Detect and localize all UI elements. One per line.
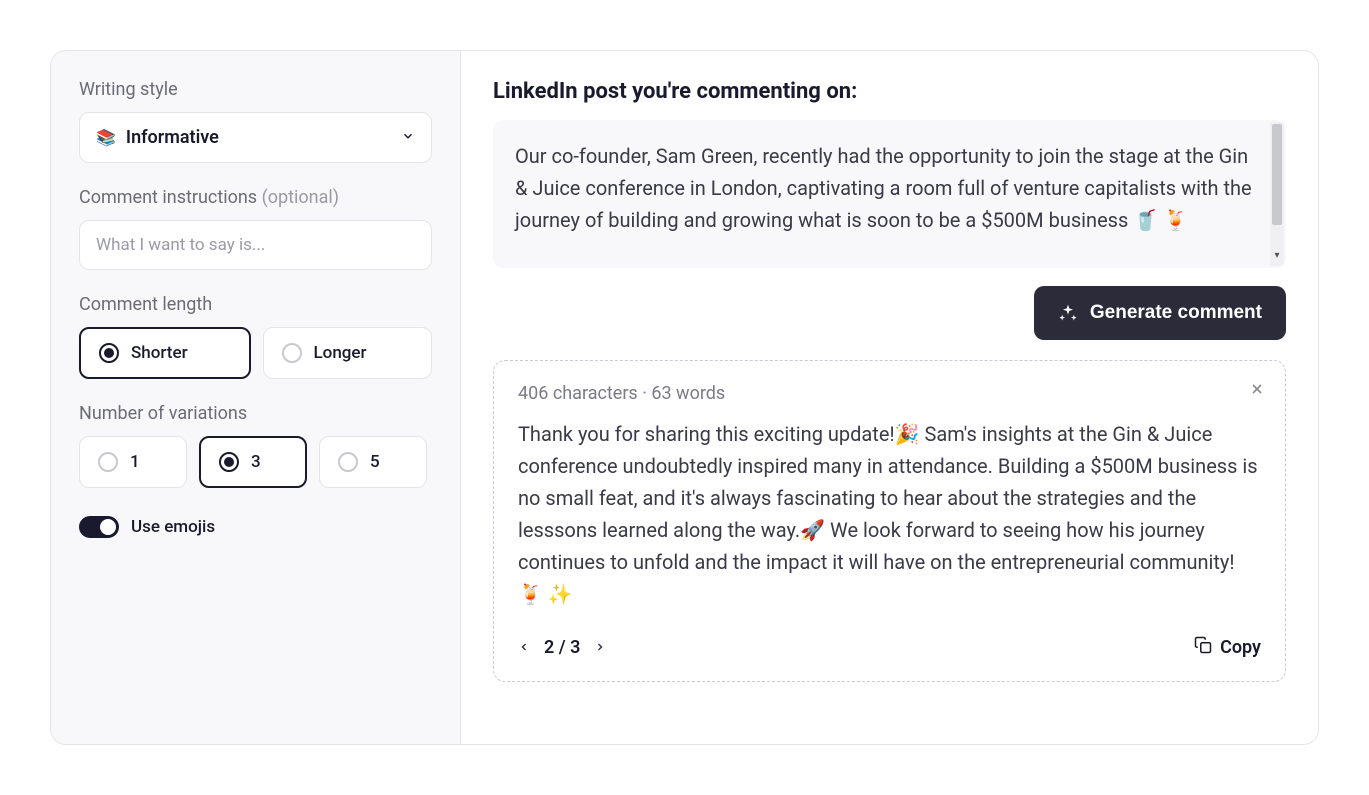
use-emojis-row: Use emojis	[79, 516, 432, 538]
variations-5-option[interactable]: 5	[319, 436, 427, 488]
result-meta: 406 characters · 63 words	[518, 383, 1261, 404]
copy-button[interactable]: Copy	[1194, 636, 1261, 659]
use-emojis-toggle[interactable]	[79, 516, 119, 538]
radio-icon	[99, 343, 119, 363]
post-text: Our co-founder, Sam Green, recently had …	[515, 144, 1252, 232]
generated-comment-card: 406 characters · 63 words Thank you for …	[493, 360, 1286, 682]
result-footer: 2 / 3 Copy	[518, 636, 1261, 659]
writing-style-value: Informative	[126, 127, 219, 148]
option-label: 1	[130, 452, 140, 472]
books-icon: 📚	[96, 128, 116, 147]
radio-icon	[282, 343, 302, 363]
result-pager: 2 / 3	[518, 637, 606, 658]
dropdown-value: 📚 Informative	[96, 127, 219, 148]
pager-position: 2 / 3	[544, 637, 580, 658]
scrollbar-thumb[interactable]	[1272, 124, 1282, 225]
generate-row: Generate comment	[493, 286, 1286, 340]
close-icon[interactable]	[1249, 381, 1265, 402]
option-label: Shorter	[131, 343, 188, 363]
variations-1-option[interactable]: 1	[79, 436, 187, 488]
radio-icon	[219, 452, 239, 472]
option-label: Longer	[314, 343, 367, 363]
sparkle-icon	[1058, 303, 1078, 323]
radio-icon	[338, 452, 358, 472]
writing-style-dropdown[interactable]: 📚 Informative	[79, 112, 432, 163]
pager-next-icon[interactable]	[594, 637, 606, 658]
use-emojis-label: Use emojis	[131, 517, 215, 537]
pager-prev-icon[interactable]	[518, 637, 530, 658]
copy-label: Copy	[1220, 637, 1261, 658]
app-container: Writing style 📚 Informative Comment inst…	[50, 50, 1319, 745]
scrollbar[interactable]: ▾	[1270, 122, 1284, 266]
length-longer-option[interactable]: Longer	[263, 327, 433, 379]
comment-length-group: Shorter Longer	[79, 327, 432, 379]
scrollbar-down-arrow-icon[interactable]: ▾	[1274, 248, 1279, 264]
option-label: 5	[370, 452, 380, 472]
generate-label: Generate comment	[1090, 302, 1262, 324]
comment-length-label: Comment length	[79, 294, 432, 315]
comment-instructions-input[interactable]	[79, 220, 432, 270]
settings-sidebar: Writing style 📚 Informative Comment inst…	[51, 51, 461, 744]
variations-3-option[interactable]: 3	[199, 436, 307, 488]
result-text: Thank you for sharing this exciting upda…	[518, 418, 1261, 610]
chevron-down-icon	[401, 128, 415, 147]
generate-comment-button[interactable]: Generate comment	[1034, 286, 1286, 340]
writing-style-label: Writing style	[79, 79, 432, 100]
option-label: 3	[251, 452, 261, 472]
post-heading: LinkedIn post you're commenting on:	[493, 79, 1286, 104]
variations-group: 1 3 5	[79, 436, 432, 488]
main-panel: LinkedIn post you're commenting on: Our …	[461, 51, 1318, 744]
radio-icon	[98, 452, 118, 472]
copy-icon	[1194, 636, 1212, 659]
linkedin-post-box[interactable]: Our co-founder, Sam Green, recently had …	[493, 120, 1286, 268]
variations-label: Number of variations	[79, 403, 432, 424]
comment-instructions-label: Comment instructions (optional)	[79, 187, 432, 208]
length-shorter-option[interactable]: Shorter	[79, 327, 251, 379]
